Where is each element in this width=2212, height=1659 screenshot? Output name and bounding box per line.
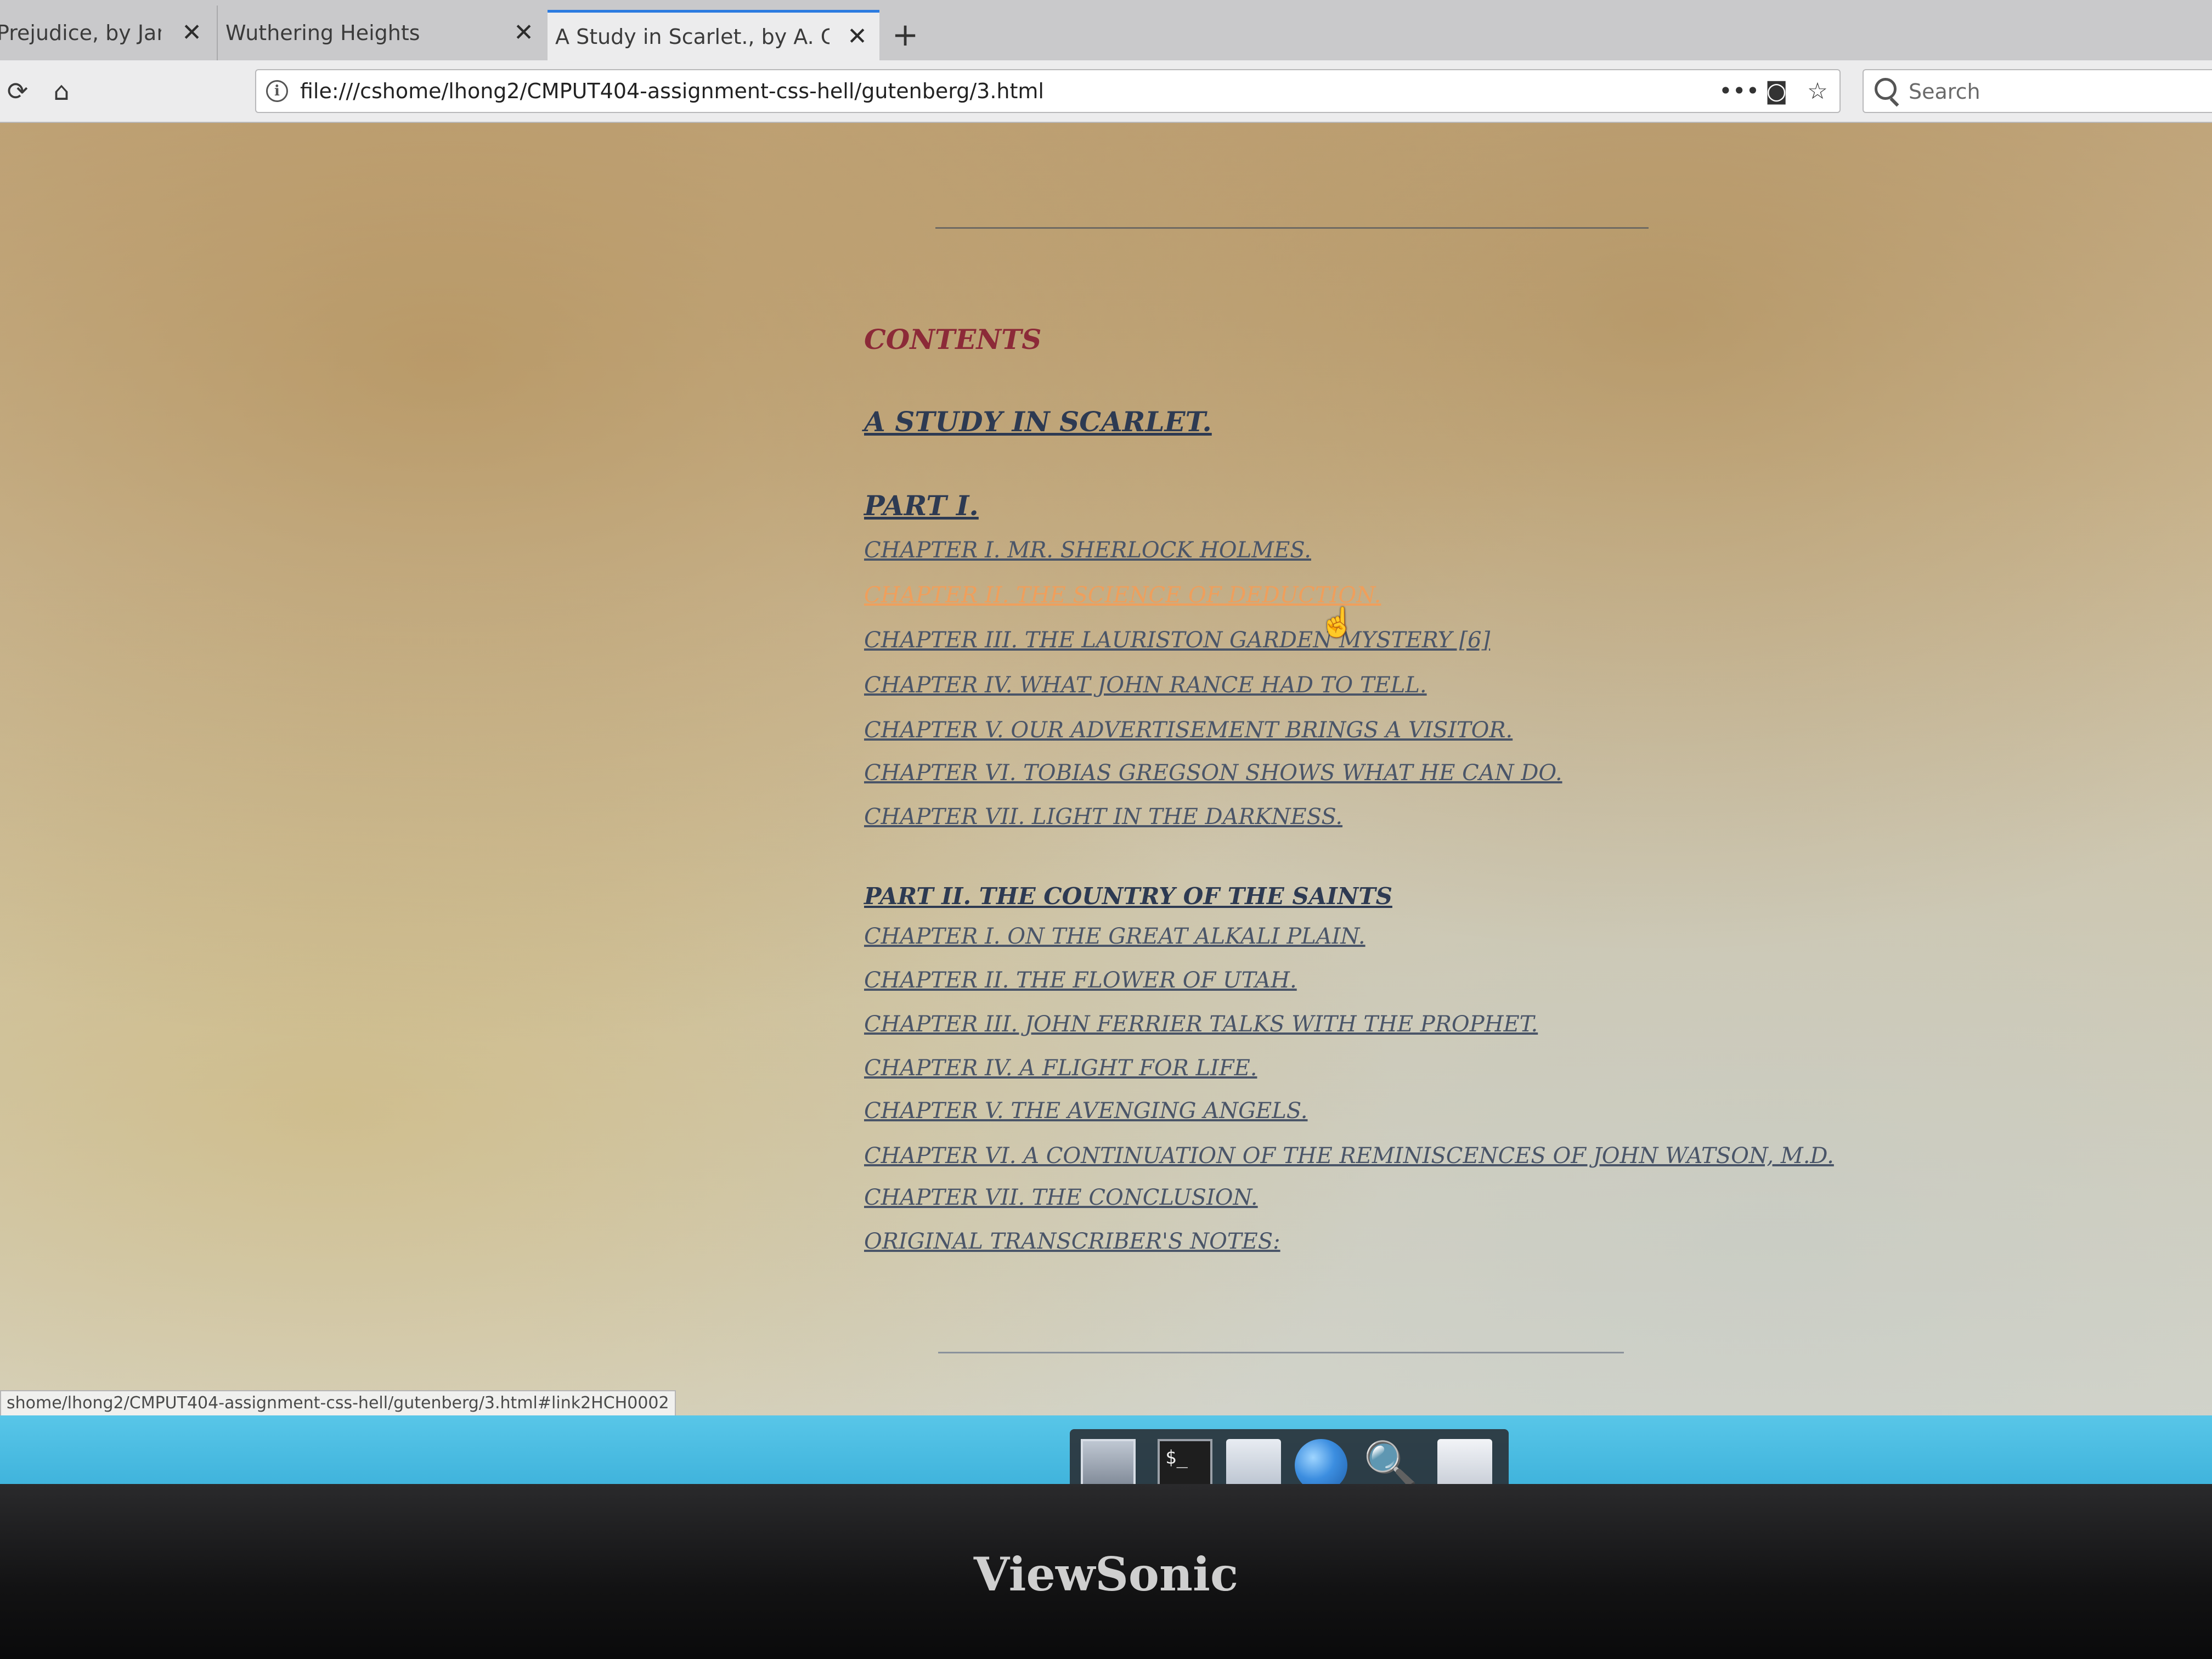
- chapter-link-part1-5[interactable]: CHAPTER V. OUR ADVERTISEMENT BRINGS A VI…: [864, 718, 1513, 743]
- chapter-link-part1-6[interactable]: CHAPTER VI. TOBIAS GREGSON SHOWS WHAT HE…: [864, 760, 1562, 786]
- chapter-link-part2-6[interactable]: CHAPTER VI. A CONTINUATION OF THE REMINI…: [864, 1143, 1834, 1169]
- search-input[interactable]: [1908, 76, 2206, 108]
- display-settings-icon[interactable]: [1081, 1439, 1136, 1489]
- chapter-link-part2-4[interactable]: CHAPTER IV. A FLIGHT FOR LIFE.: [864, 1056, 1257, 1081]
- close-icon[interactable]: ✕: [514, 5, 534, 60]
- search-box[interactable]: [1863, 69, 2212, 113]
- chapter-link-part2-1[interactable]: CHAPTER I. ON THE GREAT ALKALI PLAIN.: [864, 924, 1365, 949]
- tab-label: Prejudice, by Jane A: [0, 21, 161, 45]
- tab-wuthering-heights[interactable]: Wuthering Heights ✕: [217, 5, 546, 60]
- chapter-link-part1-7[interactable]: CHAPTER VII. LIGHT IN THE DARKNESS.: [864, 804, 1342, 830]
- status-bar-link-preview: shome/lhong2/CMPUT404-assignment-css-hel…: [0, 1390, 676, 1417]
- terminal-icon[interactable]: $_: [1158, 1439, 1212, 1489]
- home-icon[interactable]: ⌂: [44, 74, 79, 109]
- book-title-link[interactable]: A STUDY IN SCARLET.: [864, 405, 1212, 438]
- reload-icon[interactable]: ⟳: [0, 74, 35, 109]
- tab-strip: Prejudice, by Jane A ✕ Wuthering Heights…: [0, 0, 2212, 60]
- chapter-link-part1-4[interactable]: CHAPTER IV. WHAT JOHN RANCE HAD TO TELL.: [864, 673, 1427, 698]
- page-actions-icon[interactable]: •••: [1719, 75, 1759, 108]
- page-content: CONTENTS A STUDY IN SCARLET. PART I. CHA…: [0, 123, 2212, 1437]
- chapter-link-part1-1[interactable]: CHAPTER I. MR. SHERLOCK HOLMES.: [864, 538, 1311, 563]
- url-text[interactable]: file:///cshome/lhong2/CMPUT404-assignmen…: [300, 70, 1044, 112]
- transcriber-notes-link[interactable]: ORIGINAL TRANSCRIBER'S NOTES:: [864, 1229, 1280, 1254]
- address-bar[interactable]: i file:///cshome/lhong2/CMPUT404-assignm…: [255, 69, 1841, 113]
- horizontal-rule: [935, 227, 1649, 229]
- chapter-link-part2-7[interactable]: CHAPTER VII. THE CONCLUSION.: [864, 1185, 1258, 1210]
- search-icon: [1875, 78, 1897, 100]
- bookmark-star-icon[interactable]: ☆: [1801, 75, 1834, 108]
- info-icon[interactable]: i: [266, 80, 288, 102]
- chapter-link-part2-3[interactable]: CHAPTER III. JOHN FERRIER TALKS WITH THE…: [864, 1012, 1538, 1037]
- monitor-brand-logo: ViewSonic: [973, 1547, 1239, 1601]
- home-folder-icon[interactable]: [1226, 1439, 1281, 1489]
- file-manager-icon[interactable]: [1437, 1439, 1492, 1489]
- tab-pride-and-prejudice[interactable]: Prejudice, by Jane A ✕: [0, 5, 214, 60]
- pocket-icon[interactable]: ◙: [1760, 75, 1793, 108]
- navigation-toolbar: ⟳ ⌂ i file:///cshome/lhong2/CMPUT404-ass…: [0, 60, 2212, 123]
- search-app-icon[interactable]: 🔍: [1363, 1439, 1418, 1489]
- tab-label: A Study in Scarlet., by A. Con: [555, 25, 830, 49]
- hand-cursor-icon: ☝: [1319, 607, 1355, 639]
- horizontal-rule: [938, 1352, 1624, 1353]
- new-tab-button[interactable]: +: [889, 10, 922, 59]
- contents-heading: CONTENTS: [864, 323, 1042, 356]
- part-1-link[interactable]: PART I.: [864, 489, 979, 522]
- chapter-link-part2-2[interactable]: CHAPTER II. THE FLOWER OF UTAH.: [864, 968, 1297, 993]
- close-icon[interactable]: ✕: [182, 5, 202, 60]
- part-2-link[interactable]: PART II. THE COUNTRY OF THE SAINTS: [864, 883, 1392, 910]
- chapter-link-part2-5[interactable]: CHAPTER V. THE AVENGING ANGELS.: [864, 1098, 1308, 1124]
- tab-study-in-scarlet-active[interactable]: A Study in Scarlet., by A. Con ✕: [548, 10, 879, 60]
- tab-label: Wuthering Heights: [225, 21, 420, 45]
- chapter-link-part1-3[interactable]: CHAPTER III. THE LAURISTON GARDEN MYSTER…: [864, 628, 1490, 653]
- chapter-link-part1-2[interactable]: CHAPTER II. THE SCIENCE OF DEDUCTION.: [864, 583, 1381, 608]
- close-icon[interactable]: ✕: [847, 13, 867, 60]
